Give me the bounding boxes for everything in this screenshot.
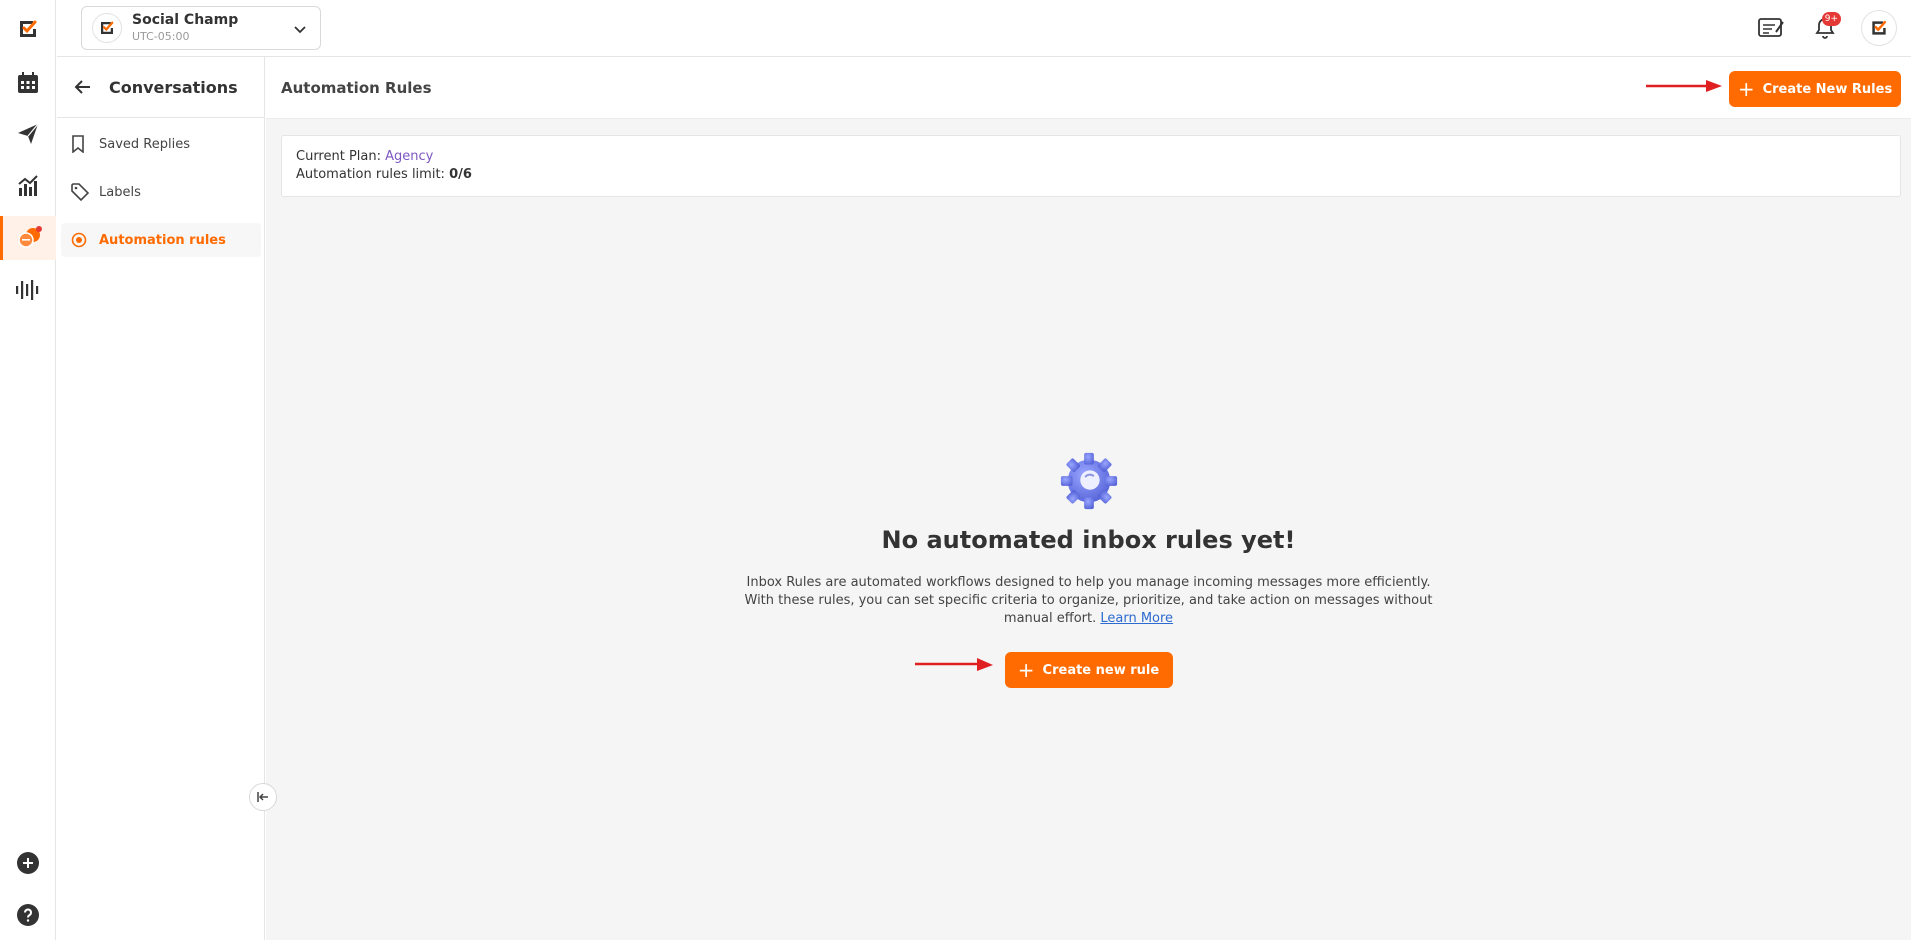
back-button[interactable]	[71, 75, 95, 99]
red-arrow-icon	[1646, 80, 1722, 92]
create-new-rule-label: Create new rule	[1042, 662, 1160, 678]
icon-rail	[0, 0, 56, 940]
help-icon	[17, 904, 39, 926]
notification-badge: 9+	[1821, 12, 1841, 26]
limit-label: Automation rules limit:	[296, 167, 450, 182]
rail-add[interactable]	[0, 841, 56, 885]
notes-button[interactable]	[1753, 10, 1789, 46]
plus-circle-icon	[17, 852, 39, 874]
empty-state-description: Inbox Rules are automated workflows desi…	[739, 574, 1439, 628]
chevron-down-icon	[294, 26, 306, 34]
analytics-icon	[18, 175, 38, 196]
bookmark-icon	[72, 135, 84, 153]
description-text: Inbox Rules are automated workflows desi…	[744, 575, 1433, 626]
plus-icon: +	[1737, 77, 1755, 101]
empty-state: No automated inbox rules yet! Inbox Rule…	[266, 450, 1911, 688]
send-icon	[18, 123, 39, 144]
rail-calendar[interactable]	[0, 61, 56, 105]
main-content: Automation Rules + Create New Rules Curr…	[266, 57, 1911, 940]
plan-line: Current Plan: Agency	[296, 148, 1886, 166]
sidebar-header: Conversations	[57, 57, 264, 118]
calendar-icon	[18, 72, 38, 93]
top-bar: Social Champ UTC-05:00 9+	[57, 0, 1911, 57]
sidebar-item-label: Saved Replies	[99, 136, 190, 152]
workspace-name: Social Champ	[132, 12, 239, 29]
logo-icon	[20, 20, 37, 37]
app: Social Champ UTC-05:00 9+ Conversations …	[0, 0, 1911, 940]
rail-publish[interactable]	[0, 112, 56, 156]
create-new-rules-button[interactable]: + Create New Rules	[1729, 71, 1901, 107]
gear-icon	[1060, 452, 1117, 510]
rail-conversations[interactable]	[0, 216, 56, 260]
waveform-icon	[16, 280, 39, 300]
sidebar-item-automation-rules[interactable]: Automation rules	[61, 223, 261, 257]
conversations-sidebar: Conversations Saved Replies Labels Autom…	[57, 57, 265, 940]
sidebar-item-labels[interactable]: Labels	[61, 175, 261, 209]
notifications-button[interactable]: 9+	[1807, 10, 1843, 46]
rail-listening[interactable]	[0, 268, 56, 312]
create-new-rules-label: Create New Rules	[1762, 81, 1893, 97]
plan-card: Current Plan: Agency Automation rules li…	[281, 135, 1901, 197]
sidebar-title: Conversations	[109, 77, 238, 97]
limit-value: 0/6	[449, 167, 472, 182]
plan-label: Current Plan:	[296, 149, 386, 164]
notes-icon	[1758, 18, 1784, 37]
avatar[interactable]	[1861, 10, 1897, 46]
automation-icon	[71, 232, 87, 248]
collapse-icon	[257, 792, 268, 802]
workspace-timezone: UTC-05:00	[132, 29, 190, 43]
workspace-logo	[92, 13, 122, 43]
page-title: Automation Rules	[281, 79, 432, 97]
sidebar-item-saved-replies[interactable]: Saved Replies	[61, 127, 261, 161]
sidebar-item-label: Labels	[99, 184, 141, 200]
logo-icon	[1872, 20, 1887, 35]
create-new-rule-button[interactable]: + Create new rule	[1004, 652, 1173, 688]
sidebar-item-label: Automation rules	[99, 232, 226, 248]
chat-icon	[17, 226, 42, 248]
learn-more-link[interactable]: Learn More	[1100, 611, 1173, 626]
arrow-left-icon	[74, 80, 90, 94]
main-header: Automation Rules + Create New Rules	[266, 57, 1911, 119]
red-arrow-icon	[914, 658, 993, 671]
tag-icon	[71, 183, 89, 201]
center-button-row: + Create new rule	[914, 628, 1173, 688]
empty-state-title: No automated inbox rules yet!	[881, 526, 1296, 554]
logo-icon	[101, 21, 114, 34]
rail-analytics[interactable]	[0, 164, 56, 208]
rail-help[interactable]	[0, 893, 56, 937]
workspace-selector[interactable]: Social Champ UTC-05:00	[81, 6, 321, 50]
collapse-sidebar-button[interactable]	[249, 783, 277, 811]
app-logo[interactable]	[0, 7, 56, 51]
plus-icon: +	[1017, 658, 1035, 682]
limit-line: Automation rules limit: 0/6	[296, 166, 1886, 184]
plan-name: Agency	[385, 149, 434, 164]
